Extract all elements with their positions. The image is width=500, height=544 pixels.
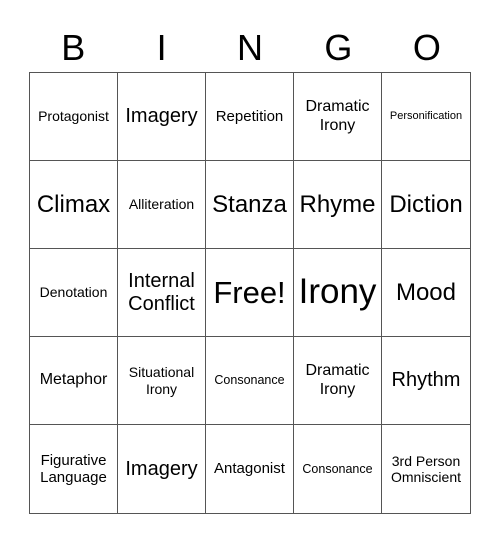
bingo-cell[interactable]: Diction [382,161,470,249]
bingo-cell[interactable]: Rhyme [294,161,382,249]
bingo-cell[interactable]: Denotation [30,249,118,337]
header-letter-b: B [61,27,86,68]
bingo-cell[interactable]: Figurative Language [30,425,118,513]
bingo-cell[interactable]: Irony [294,249,382,337]
bingo-cell[interactable]: Metaphor [30,337,118,425]
bingo-cell[interactable]: Imagery [118,73,206,161]
bingo-grid: Protagonist Imagery Repetition Dramatic Iro… [29,72,471,514]
bingo-cell[interactable]: Dramatic Irony [294,337,382,425]
bingo-cell[interactable]: Imagery [118,425,206,513]
header-letter-n: N [237,27,264,68]
bingo-cell[interactable]: Rhythm [382,337,470,425]
bingo-cell[interactable]: 3rd Person Omniscient [382,425,470,513]
header-letter-i: I [156,27,167,68]
header-letter-o: O [412,27,441,68]
header-letter-g: G [324,27,353,68]
bingo-cell[interactable]: Mood [382,249,470,337]
bingo-cell[interactable]: Consonance [294,425,382,513]
bingo-cell[interactable]: Personification [382,73,470,161]
bingo-cell[interactable]: Repetition [206,73,294,161]
bingo-cell[interactable]: Free! [206,249,294,337]
bingo-cell[interactable]: Alliteration [118,161,206,249]
bingo-cell[interactable]: Dramatic Irony [294,73,382,161]
bingo-cell[interactable]: Consonance [206,337,294,425]
bingo-cell[interactable]: Antagonist [206,425,294,513]
bingo-cell[interactable]: Climax [30,161,118,249]
bingo-cell[interactable]: Stanza [206,161,294,249]
bingo-cell[interactable]: Situational Irony [118,337,206,425]
bingo-cell[interactable]: Internal Conflict [118,249,206,337]
bingo-header: B I N G O [29,24,471,72]
bingo-cell[interactable]: Protagonist [30,73,118,161]
